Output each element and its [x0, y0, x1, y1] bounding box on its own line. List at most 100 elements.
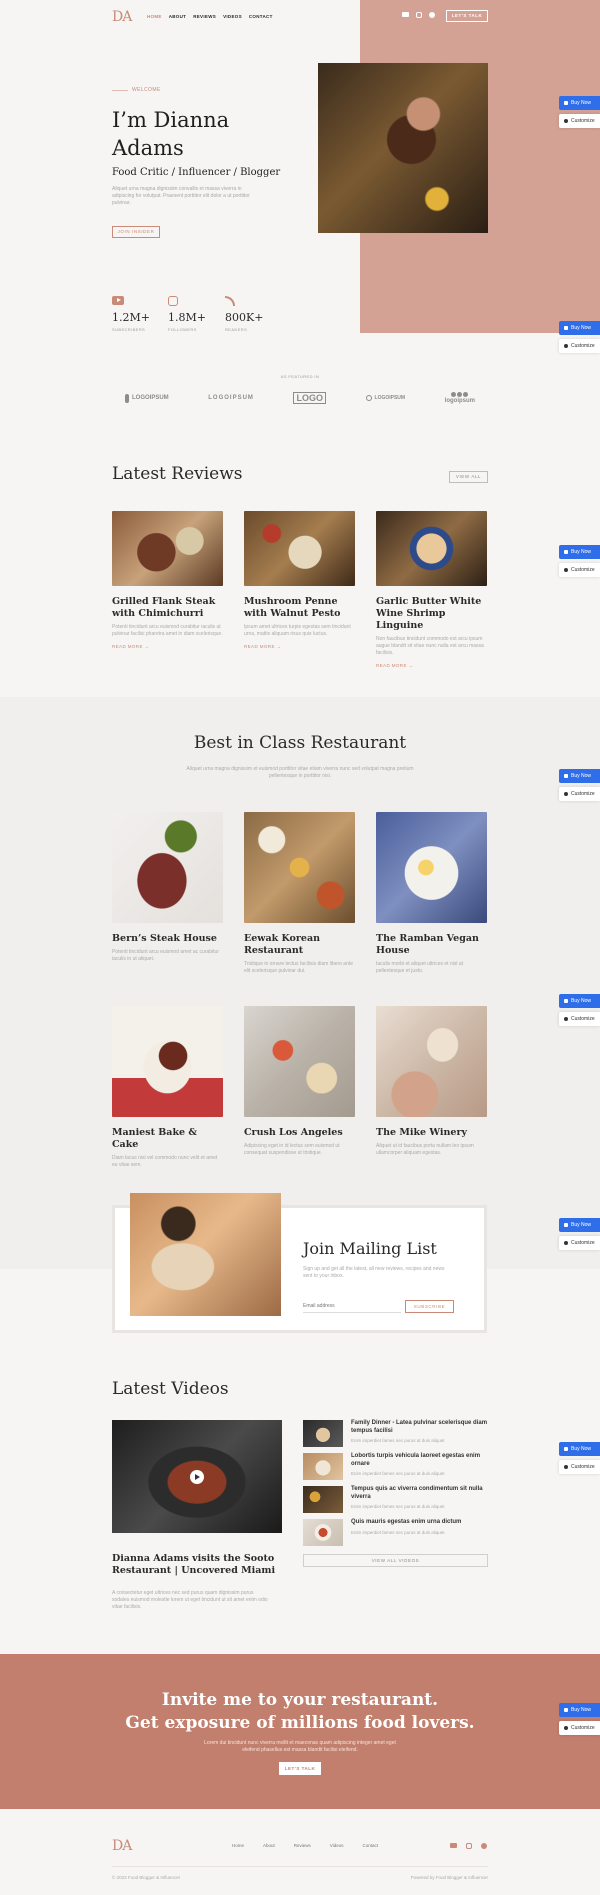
nav-reviews[interactable]: REVIEWS: [193, 14, 216, 19]
nav-videos[interactable]: VIDEOS: [223, 14, 242, 19]
brush-icon: [564, 344, 568, 348]
buy-now-button[interactable]: Buy Now: [559, 545, 600, 559]
review-title[interactable]: Garlic Butter White Wine Shrimp Linguine: [376, 596, 487, 632]
review-image[interactable]: [244, 511, 355, 586]
customize-button[interactable]: Customize: [559, 1460, 600, 1474]
review-card[interactable]: Grilled Flank Steak with Chimichurri Pot…: [112, 511, 223, 649]
buy-now-button[interactable]: Buy Now: [559, 769, 600, 783]
customize-button[interactable]: Customize: [559, 1012, 600, 1026]
review-title[interactable]: Mushroom Penne with Walnut Pesto: [244, 596, 355, 620]
restaurant-name[interactable]: The Ramban Vegan House: [376, 933, 487, 957]
footer-nav-contact[interactable]: Contact: [362, 1843, 378, 1848]
video-item-title[interactable]: Family Dinner - Latea pulvinar scelerisq…: [351, 1420, 488, 1435]
footer-nav-about[interactable]: About: [263, 1843, 275, 1848]
restaurant-name[interactable]: Eewak Korean Restaurant: [244, 933, 355, 957]
restaurant-card[interactable]: The Ramban Vegan House Iaculis morbi et …: [376, 812, 487, 975]
facebook-icon[interactable]: [481, 1843, 487, 1849]
featured-label: AS FEATURED IN: [280, 374, 320, 379]
join-insider-button[interactable]: JOIN INSIDER: [112, 226, 160, 238]
restaurant-name[interactable]: Crush Los Angeles: [244, 1127, 355, 1139]
review-title[interactable]: Grilled Flank Steak with Chimichurri: [112, 596, 223, 620]
review-image[interactable]: [376, 511, 487, 586]
customize-button[interactable]: Customize: [559, 339, 600, 353]
customize-button[interactable]: Customize: [559, 1236, 600, 1250]
video-item-title[interactable]: Lobortis turpis vehicula laoreet egestas…: [351, 1453, 488, 1468]
video-item-title[interactable]: Quis mauris egestas enim urna dictum: [351, 1519, 461, 1527]
review-image[interactable]: [112, 511, 223, 586]
brush-icon: [564, 1241, 568, 1245]
hero-body: Aliquet urna magna dignissim convallis e…: [112, 186, 250, 206]
featured-video-title[interactable]: Dianna Adams visits the Sooto Restaurant…: [112, 1553, 287, 1577]
restaurant-image[interactable]: [376, 1006, 487, 1117]
cta-headline-2: Get exposure of millions food lovers.: [125, 1713, 475, 1733]
video-list-item[interactable]: Family Dinner - Latea pulvinar scelerisq…: [303, 1420, 488, 1447]
buy-now-button[interactable]: Buy Now: [559, 1703, 600, 1717]
nav-about[interactable]: ABOUT: [169, 14, 187, 19]
review-card[interactable]: Garlic Butter White Wine Shrimp Linguine…: [376, 511, 487, 668]
hero-title: I’m Dianna Adams: [112, 108, 230, 160]
video-item-title[interactable]: Tempus quis ac viverra condimentum sit n…: [351, 1486, 488, 1501]
restaurant-image[interactable]: [244, 1006, 355, 1117]
video-thumb[interactable]: [303, 1486, 343, 1513]
reviews-view-all[interactable]: VIEW ALL: [449, 471, 488, 483]
footer-divider: [112, 1866, 488, 1867]
facebook-icon[interactable]: [429, 12, 435, 18]
review-card[interactable]: Mushroom Penne with Walnut Pesto Ipsum a…: [244, 511, 355, 649]
customize-button[interactable]: Customize: [559, 114, 600, 128]
video-thumb[interactable]: [303, 1519, 343, 1546]
nav-contact[interactable]: CONTACT: [249, 14, 273, 19]
review-read-more[interactable]: READ MORE →: [244, 644, 355, 649]
instagram-icon[interactable]: [466, 1843, 472, 1849]
restaurant-image[interactable]: [244, 812, 355, 923]
review-read-more[interactable]: READ MORE →: [112, 644, 223, 649]
cta-talk-button[interactable]: LET'S TALK: [279, 1762, 321, 1775]
buy-now-button[interactable]: Buy Now: [559, 321, 600, 335]
customize-button[interactable]: Customize: [559, 563, 600, 577]
restaurant-name[interactable]: Bern’s Steak House: [112, 933, 223, 945]
video-list-item[interactable]: Quis mauris egestas enim urna dictum Enim…: [303, 1519, 488, 1546]
footer-nav-reviews[interactable]: Reviews: [294, 1843, 311, 1848]
footer-nav-videos[interactable]: Videos: [330, 1843, 344, 1848]
subscribe-button[interactable]: SUBSCRIBE: [405, 1300, 454, 1313]
restaurant-image[interactable]: [112, 812, 223, 923]
restaurant-body: Diam lacus nisi vel commodo nunc velit e…: [112, 1155, 218, 1168]
buy-now-button[interactable]: Buy Now: [559, 96, 600, 110]
footer-nav-home[interactable]: Home: [232, 1843, 244, 1848]
restaurant-card[interactable]: Crush Los Angeles Adipiscing eget in id …: [244, 1006, 355, 1157]
youtube-icon[interactable]: [450, 1843, 457, 1848]
video-list-item[interactable]: Lobortis turpis vehicula laoreet egestas…: [303, 1453, 488, 1480]
footer-logo[interactable]: DA: [112, 1838, 132, 1854]
header-talk-button[interactable]: LET'S TALK: [446, 10, 488, 22]
customize-button[interactable]: Customize: [559, 787, 600, 801]
buy-now-button[interactable]: Buy Now: [559, 994, 600, 1008]
featured-video[interactable]: [112, 1420, 282, 1533]
view-all-videos-button[interactable]: VIEW ALL VIDEOS: [303, 1554, 488, 1567]
play-icon[interactable]: [190, 1470, 204, 1484]
site-logo[interactable]: DA: [112, 9, 132, 25]
brush-icon: [564, 792, 568, 796]
instagram-icon[interactable]: [416, 12, 422, 18]
featured-logos: LOGOIPSUM LOGOIPSUM LOGO LOGOIPSUM logoi…: [125, 392, 475, 404]
restaurant-image[interactable]: [112, 1006, 223, 1117]
restaurant-image[interactable]: [376, 812, 487, 923]
nav-home[interactable]: HOME: [147, 14, 162, 19]
youtube-icon[interactable]: [402, 12, 409, 17]
cta-body: Lorem dui tincidunt nunc viverra mollit …: [204, 1740, 396, 1753]
buy-now-button[interactable]: Buy Now: [559, 1218, 600, 1232]
stat-label: READERS: [225, 327, 248, 332]
restaurant-card[interactable]: The Mike Winery Aliquet ut id faucibus p…: [376, 1006, 487, 1157]
restaurant-card[interactable]: Bern’s Steak House Potenti tincidunt arc…: [112, 812, 223, 963]
restaurant-card[interactable]: Eewak Korean Restaurant Tristique in orn…: [244, 812, 355, 975]
email-field[interactable]: [303, 1300, 401, 1313]
video-thumb[interactable]: [303, 1420, 343, 1447]
buy-now-button[interactable]: Buy Now: [559, 1442, 600, 1456]
restaurant-name[interactable]: Maniest Bake & Cake: [112, 1127, 223, 1151]
video-list-item[interactable]: Tempus quis ac viverra condimentum sit n…: [303, 1486, 488, 1513]
restaurant-name[interactable]: The Mike Winery: [376, 1127, 487, 1139]
video-thumb[interactable]: [303, 1453, 343, 1480]
restaurant-card[interactable]: Maniest Bake & Cake Diam lacus nisi vel …: [112, 1006, 223, 1169]
review-read-more[interactable]: READ MORE →: [376, 663, 487, 668]
powered-by: Powered by Food Blogger & Influencer: [410, 1875, 488, 1880]
customize-button[interactable]: Customize: [559, 1721, 600, 1735]
stat-value: 1.8M+: [168, 311, 206, 324]
